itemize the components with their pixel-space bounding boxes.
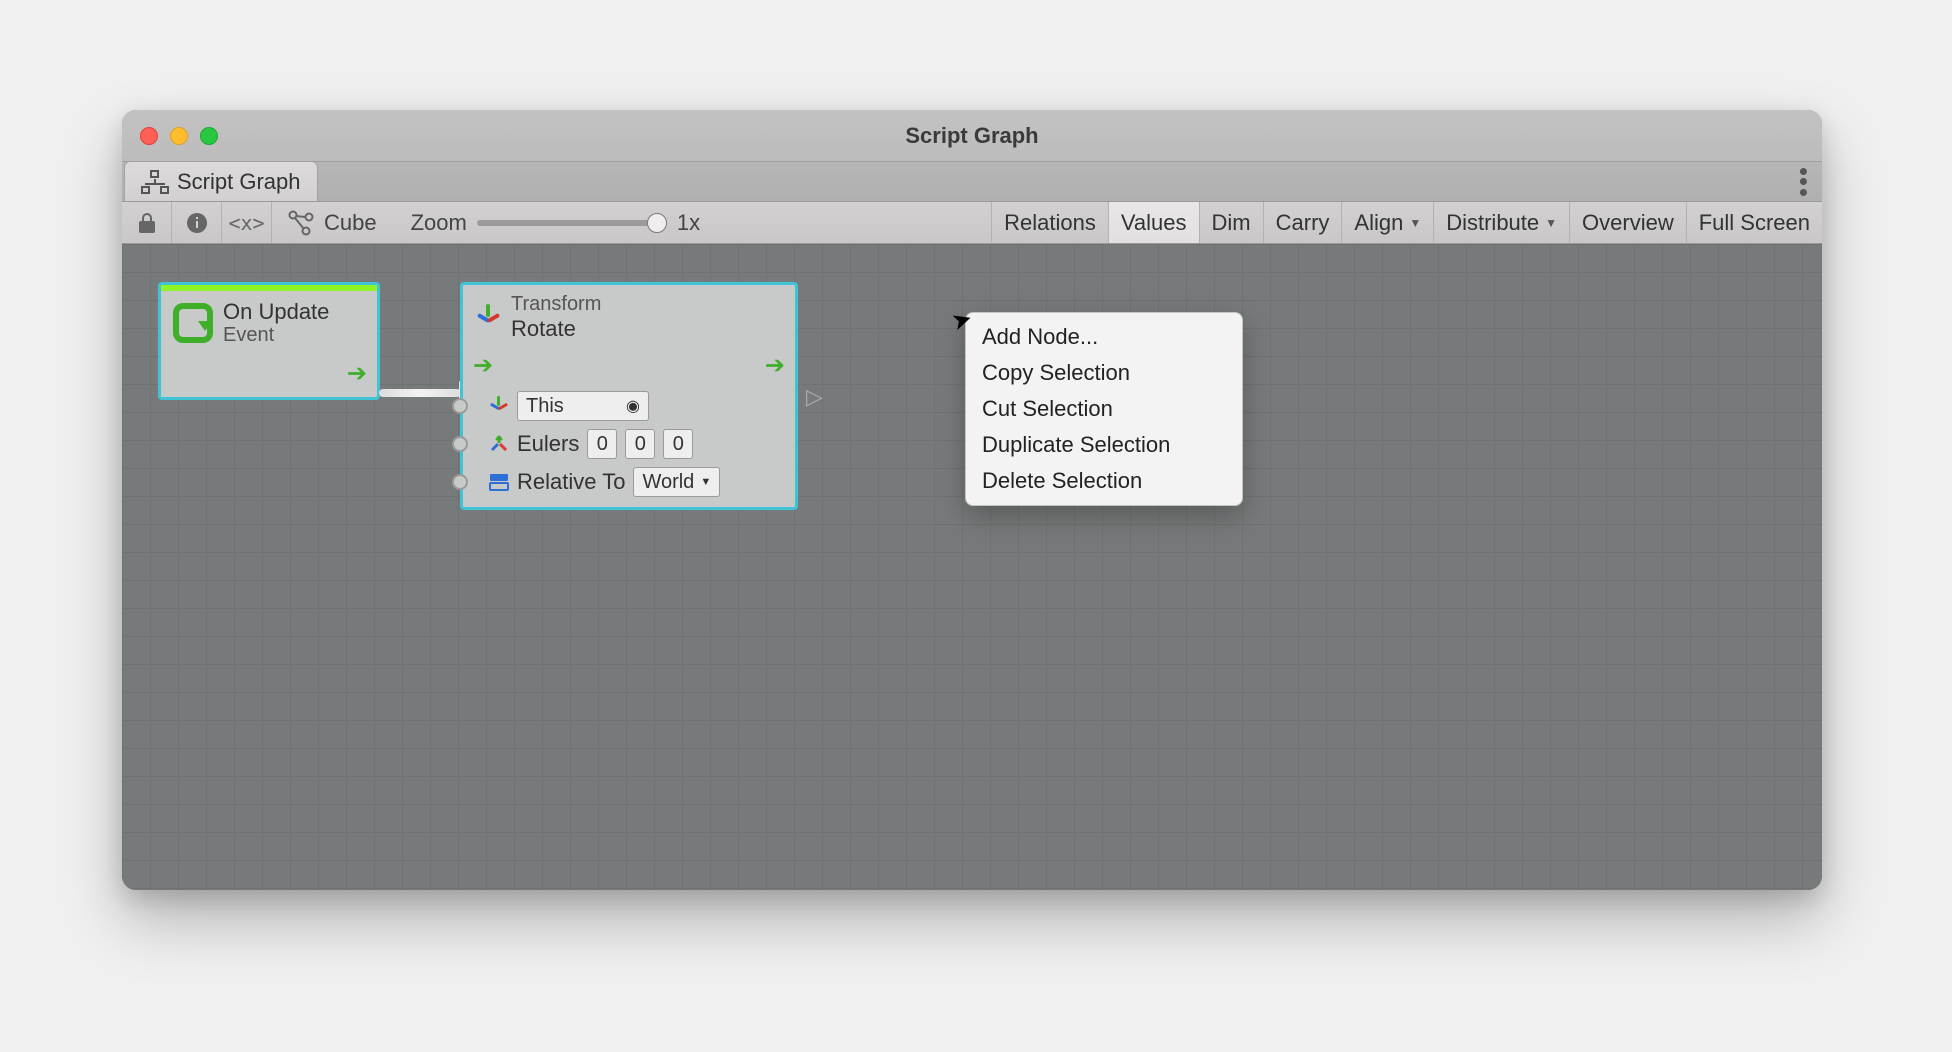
transform-axes-icon [475,304,501,330]
node-transform-rotate[interactable]: Transform Rotate ➔ ➔ This ◉ [460,282,798,510]
tab-label: Script Graph [177,169,301,195]
info-button[interactable] [172,202,222,243]
overview-button[interactable]: Overview [1569,202,1686,243]
values-button[interactable]: Values [1108,202,1199,243]
chevron-down-icon: ▼ [700,476,711,488]
ctx-copy-selection[interactable]: Copy Selection [966,355,1242,391]
flow-out-port[interactable]: ➔ [765,351,785,380]
window-title: Script Graph [122,123,1822,149]
close-button[interactable] [140,127,158,145]
input-port-target[interactable] [452,398,468,414]
flow-edge[interactable] [379,389,461,397]
tab-bar: Script Graph ••• [122,162,1822,202]
input-port-relative-to[interactable] [452,474,468,490]
variables-button[interactable]: <x> [222,202,272,243]
chevron-down-icon: ▼ [1545,216,1557,230]
relations-button[interactable]: Relations [991,202,1108,243]
lock-button[interactable] [122,202,172,243]
graph-canvas[interactable]: On Update Event ➔ Transform Rotate [122,244,1822,890]
flow-out-empty-port[interactable]: ▷ [806,384,823,410]
eulers-z-field[interactable]: 0 [663,429,693,459]
target-value: This [526,395,564,418]
hierarchy-icon [141,170,169,194]
transform-axes-icon [489,396,509,416]
eulers-x-field[interactable]: 0 [587,429,617,459]
ctx-duplicate-selection[interactable]: Duplicate Selection [966,427,1242,463]
enum-icon [489,473,509,491]
target-picker-icon: ◉ [626,396,640,416]
node-category: Transform [511,293,601,316]
ctx-delete-selection[interactable]: Delete Selection [966,463,1242,499]
align-dropdown[interactable]: Align▼ [1341,202,1433,243]
eulers-y-field[interactable]: 0 [625,429,655,459]
titlebar: Script Graph [122,110,1822,162]
update-loop-icon [173,303,213,343]
context-menu: Add Node... Copy Selection Cut Selection… [965,312,1243,506]
node-on-update[interactable]: On Update Event ➔ [158,282,380,400]
vector3-icon [489,434,509,454]
relative-to-dropdown[interactable]: World ▼ [633,467,720,497]
input-port-eulers[interactable] [452,436,468,452]
target-field[interactable]: This ◉ [517,391,649,421]
ctx-add-node[interactable]: Add Node... [966,319,1242,355]
lock-icon [138,212,156,234]
node-share-icon [288,210,314,236]
ctx-cut-selection[interactable]: Cut Selection [966,391,1242,427]
breadcrumb-object: Cube [324,210,377,236]
info-icon [185,211,209,235]
zoom-label: Zoom [411,210,467,236]
flow-out-port[interactable]: ➔ [347,359,367,388]
full-screen-button[interactable]: Full Screen [1686,202,1822,243]
eulers-label: Eulers [517,431,579,457]
chevron-down-icon: ▼ [1409,216,1421,230]
zoom-value: 1x [677,210,700,236]
breadcrumb[interactable]: Cube [272,210,393,236]
zoom-slider[interactable] [477,220,667,226]
node-title: On Update [223,299,329,324]
dim-button[interactable]: Dim [1199,202,1263,243]
tab-script-graph[interactable]: Script Graph [124,161,318,201]
script-graph-window: Script Graph Script Graph ••• <x> [122,110,1822,890]
minimize-button[interactable] [170,127,188,145]
toolbar: <x> Cube Zoom 1x Relations [122,202,1822,244]
angle-brackets-x-icon: <x> [228,211,264,235]
flow-in-port[interactable]: ➔ [473,351,493,380]
distribute-dropdown[interactable]: Distribute▼ [1433,202,1569,243]
relative-to-label: Relative To [517,469,625,495]
carry-button[interactable]: Carry [1263,202,1342,243]
node-subtitle: Event [223,324,329,347]
node-title: Rotate [511,316,601,341]
window-controls [122,127,218,145]
relative-to-value: World [642,471,694,494]
maximize-button[interactable] [200,127,218,145]
zoom-slider-knob[interactable] [647,213,667,233]
tab-menu-button[interactable]: ••• [1799,166,1808,197]
